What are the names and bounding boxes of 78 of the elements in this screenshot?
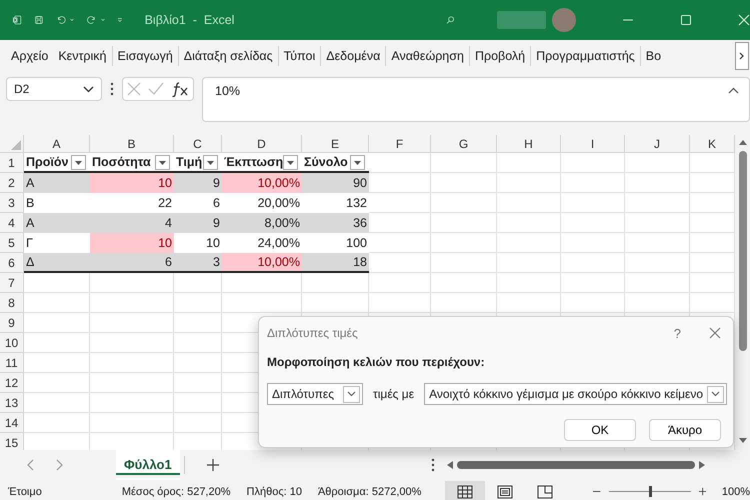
table-cell: 10 xyxy=(90,233,174,253)
column-header[interactable]: G xyxy=(431,135,497,153)
format-dropdown[interactable]: Ανοιχτό κόκκινο γέμισμα με σκούρο κόκκινο κείμενο xyxy=(424,383,728,405)
column-header[interactable]: B xyxy=(90,135,174,153)
table-cell-text: Β xyxy=(25,195,36,212)
status-statistic: Πλήθος: 10 xyxy=(246,486,302,498)
column-header[interactable]: K xyxy=(690,135,735,153)
row-header[interactable]: 11 xyxy=(0,353,24,373)
ribbon-tab[interactable]: Αναθεώρηση xyxy=(386,49,469,63)
row-header[interactable]: 10 xyxy=(0,333,24,353)
ribbon-tab[interactable]: Διάταξη σελίδας xyxy=(178,49,278,63)
row-header[interactable]: 14 xyxy=(0,413,24,433)
dialog-heading: Μορφοποίηση κελιών που περιέχουν: xyxy=(267,355,486,369)
table-cell: 10 xyxy=(90,173,174,193)
zoom-percentage[interactable]: 100% xyxy=(722,486,750,498)
column-header[interactable]: C xyxy=(174,135,222,153)
column-header[interactable]: F xyxy=(369,135,431,153)
ribbon-tab[interactable]: Προγραμματιστής xyxy=(531,49,640,63)
row-header[interactable]: 6 xyxy=(0,253,24,273)
table-cell: Δ xyxy=(24,253,90,273)
table-cell: Α xyxy=(24,173,90,193)
table-cell-text: Γ xyxy=(25,235,34,252)
status-statistic: Άθροισμα: 5272,00% xyxy=(318,486,422,498)
status-statistic: Μέσος όρος: 527,20% xyxy=(122,486,231,498)
column-header[interactable]: H xyxy=(497,135,561,153)
row-header[interactable]: 9 xyxy=(0,313,24,333)
table-cell: 9 xyxy=(174,173,222,193)
ribbon-tab[interactable]: Τύποι xyxy=(278,49,320,63)
table-cell-text: 6 xyxy=(212,195,221,212)
help-button[interactable]: ? xyxy=(674,326,681,340)
table-cell: 36 xyxy=(302,213,369,233)
row-header[interactable]: 1 xyxy=(0,153,24,173)
status-text: Έτοιμο xyxy=(8,486,42,498)
column-header[interactable]: E xyxy=(302,135,369,153)
column-header[interactable]: A xyxy=(24,135,90,153)
ribbon-tab[interactable]: Αρχείο xyxy=(6,49,54,63)
sheet-tab[interactable]: Φύλλο1 xyxy=(116,450,180,480)
table-cell-text: 24,00% xyxy=(256,235,301,252)
ribbon-tab[interactable]: Προβολή xyxy=(470,49,530,63)
rule-dropdown[interactable]: Διπλότυπες xyxy=(267,383,363,405)
column-header[interactable]: I xyxy=(561,135,625,153)
table-cell: 10,00% xyxy=(222,253,302,273)
table-cell: 4 xyxy=(90,213,174,233)
row-header[interactable]: 12 xyxy=(0,373,24,393)
ribbon-tab[interactable]: Κεντρική xyxy=(53,49,112,63)
table-cell-text: 100 xyxy=(345,235,368,252)
row-header[interactable]: 8 xyxy=(0,293,24,313)
table-cell: 10,00% xyxy=(222,173,302,193)
row-header[interactable]: 15 xyxy=(0,433,24,450)
table-cell-text: 10 xyxy=(205,235,221,252)
name-box[interactable]: D2 xyxy=(6,77,102,101)
row-header[interactable]: 7 xyxy=(0,273,24,293)
row-header[interactable]: 13 xyxy=(0,393,24,413)
table-cell-text: 20,00% xyxy=(256,195,301,212)
table-cell: 18 xyxy=(302,253,369,273)
table-cell: 9 xyxy=(174,213,222,233)
cancel-button[interactable]: Άκυρο xyxy=(649,419,721,441)
row-header[interactable]: 3 xyxy=(0,193,24,213)
ribbon-tab[interactable]: Εισαγωγή xyxy=(112,49,178,63)
row-header[interactable]: 5 xyxy=(0,233,24,253)
formula-field[interactable]: 10% xyxy=(202,77,750,122)
dialog-title: Διπλότυπες τιμές xyxy=(267,326,359,340)
table-cell-text: 132 xyxy=(345,195,368,212)
table-cell: Α xyxy=(24,213,90,233)
row-header[interactable]: 4 xyxy=(0,213,24,233)
table-cell: 6 xyxy=(90,253,174,273)
row-header[interactable]: 2 xyxy=(0,173,24,193)
table-cell: 8,00% xyxy=(222,213,302,233)
window-title: Βιβλίο1 - Excel xyxy=(144,13,234,27)
table-cell: 90 xyxy=(302,173,369,193)
table-cell: 3 xyxy=(174,253,222,273)
ok-button[interactable]: OK xyxy=(564,419,636,441)
ribbon-tab[interactable]: Δεδομένα xyxy=(321,49,386,63)
table-cell-text: 22 xyxy=(157,195,173,212)
column-header[interactable]: D xyxy=(222,135,302,153)
ribbon-tab[interactable]: Βο xyxy=(640,49,666,63)
connector-label: τιμές με xyxy=(373,387,414,401)
column-header[interactable]: J xyxy=(625,135,690,153)
